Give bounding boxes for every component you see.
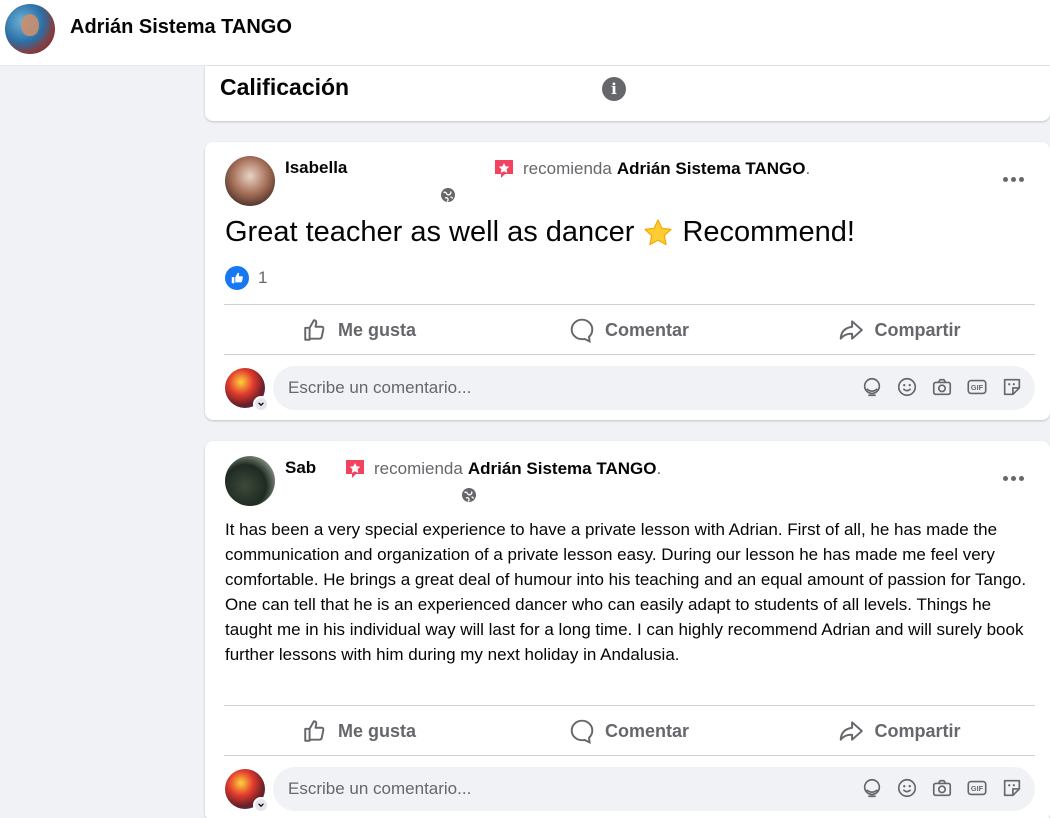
rating-card: Calificación i bbox=[205, 66, 1050, 121]
recommend-icon bbox=[344, 458, 366, 480]
reaction-summary[interactable]: 1 bbox=[225, 266, 267, 290]
more-options-icon[interactable] bbox=[998, 169, 1028, 189]
review-text: Great teacher as well as dancer Recommen… bbox=[225, 216, 855, 249]
camera-icon[interactable] bbox=[931, 777, 953, 799]
thumbs-up-icon bbox=[304, 319, 325, 341]
comment-placeholder: Escribe un comentario... bbox=[288, 779, 472, 798]
thumbs-up-icon bbox=[304, 720, 325, 742]
current-user-avatar[interactable] bbox=[225, 769, 269, 813]
share-arrow-icon bbox=[840, 721, 864, 741]
more-options-icon[interactable] bbox=[998, 468, 1028, 488]
author-name[interactable]: Sab bbox=[285, 458, 316, 478]
comment-label: Comentar bbox=[604, 319, 689, 340]
like-label: Me gusta bbox=[337, 319, 416, 340]
share-button[interactable]: Compartir bbox=[764, 711, 1035, 751]
punctuation: . bbox=[656, 459, 662, 478]
divider bbox=[224, 755, 1035, 756]
comment-toolbar: GIF bbox=[861, 777, 1023, 799]
svg-text:GIF: GIF bbox=[971, 383, 984, 392]
recommend-verb: recomienda bbox=[374, 459, 463, 478]
chevron-down-icon[interactable] bbox=[253, 797, 269, 813]
share-arrow-icon bbox=[840, 320, 864, 340]
like-button[interactable]: Me gusta bbox=[224, 711, 494, 751]
like-button[interactable]: Me gusta bbox=[224, 310, 494, 350]
recommendation-line: recomienda Adrián Sistema TANGO . bbox=[493, 158, 810, 180]
star-emoji-icon bbox=[644, 218, 673, 245]
sticker-icon[interactable] bbox=[1001, 777, 1023, 799]
review-card: Isabella recomienda Adrián Sistema TANGO… bbox=[205, 142, 1050, 420]
current-user-avatar[interactable] bbox=[225, 368, 269, 412]
rating-title: Calificación bbox=[220, 74, 350, 100]
author-name[interactable]: Isabella bbox=[285, 158, 347, 178]
camera-icon[interactable] bbox=[931, 376, 953, 398]
svg-text:GIF: GIF bbox=[971, 784, 984, 793]
comment-input[interactable]: Escribe un comentario... GIF bbox=[273, 366, 1035, 410]
share-button[interactable]: Compartir bbox=[764, 310, 1035, 350]
recommend-verb: recomienda bbox=[523, 159, 612, 178]
author-avatar[interactable] bbox=[225, 156, 275, 206]
page-header: Adrián Sistema TANGO bbox=[0, 0, 1050, 66]
sticker-icon[interactable] bbox=[1001, 376, 1023, 398]
recommendation-line: recomienda Adrián Sistema TANGO . bbox=[344, 458, 661, 480]
share-label: Compartir bbox=[874, 319, 961, 340]
gif-icon[interactable]: GIF bbox=[966, 777, 988, 799]
comment-bubble-icon bbox=[570, 318, 594, 343]
review-text-main: Great teacher as well as dancer bbox=[225, 216, 635, 248]
like-reaction-icon bbox=[225, 266, 249, 290]
avatar-sticker-icon[interactable] bbox=[861, 376, 883, 398]
review-card: Sab recomienda Adrián Sistema TANGO . It… bbox=[205, 441, 1050, 818]
comment-bubble-icon bbox=[570, 719, 594, 744]
comment-button[interactable]: Comentar bbox=[494, 711, 764, 751]
emoji-icon[interactable] bbox=[896, 777, 918, 799]
page-avatar[interactable] bbox=[5, 4, 55, 54]
recommended-page-link[interactable]: Adrián Sistema TANGO bbox=[617, 159, 806, 179]
gif-icon[interactable]: GIF bbox=[966, 376, 988, 398]
punctuation: . bbox=[805, 159, 811, 178]
emoji-icon[interactable] bbox=[896, 376, 918, 398]
chevron-down-icon[interactable] bbox=[253, 396, 269, 412]
share-label: Compartir bbox=[874, 720, 961, 741]
comment-button[interactable]: Comentar bbox=[494, 310, 764, 350]
review-text: It has been a very special experience to… bbox=[225, 520, 1027, 664]
comment-input[interactable]: Escribe un comentario... GIF bbox=[273, 767, 1035, 811]
like-label: Me gusta bbox=[337, 720, 416, 741]
divider bbox=[224, 705, 1035, 706]
review-text-tail: Recommend! bbox=[682, 216, 855, 248]
comment-toolbar: GIF bbox=[861, 376, 1023, 398]
author-avatar[interactable] bbox=[225, 456, 275, 506]
page-title[interactable]: Adrián Sistema TANGO bbox=[70, 16, 292, 39]
divider bbox=[224, 354, 1035, 355]
like-count: 1 bbox=[258, 268, 268, 287]
comment-label: Comentar bbox=[604, 720, 689, 741]
recommend-icon bbox=[493, 158, 515, 180]
globe-icon[interactable] bbox=[440, 187, 456, 203]
comment-placeholder: Escribe un comentario... bbox=[288, 378, 472, 397]
info-icon[interactable]: i bbox=[602, 77, 626, 101]
avatar-sticker-icon[interactable] bbox=[861, 777, 883, 799]
globe-icon[interactable] bbox=[461, 487, 477, 503]
recommended-page-link[interactable]: Adrián Sistema TANGO bbox=[468, 459, 657, 479]
divider bbox=[224, 304, 1035, 305]
